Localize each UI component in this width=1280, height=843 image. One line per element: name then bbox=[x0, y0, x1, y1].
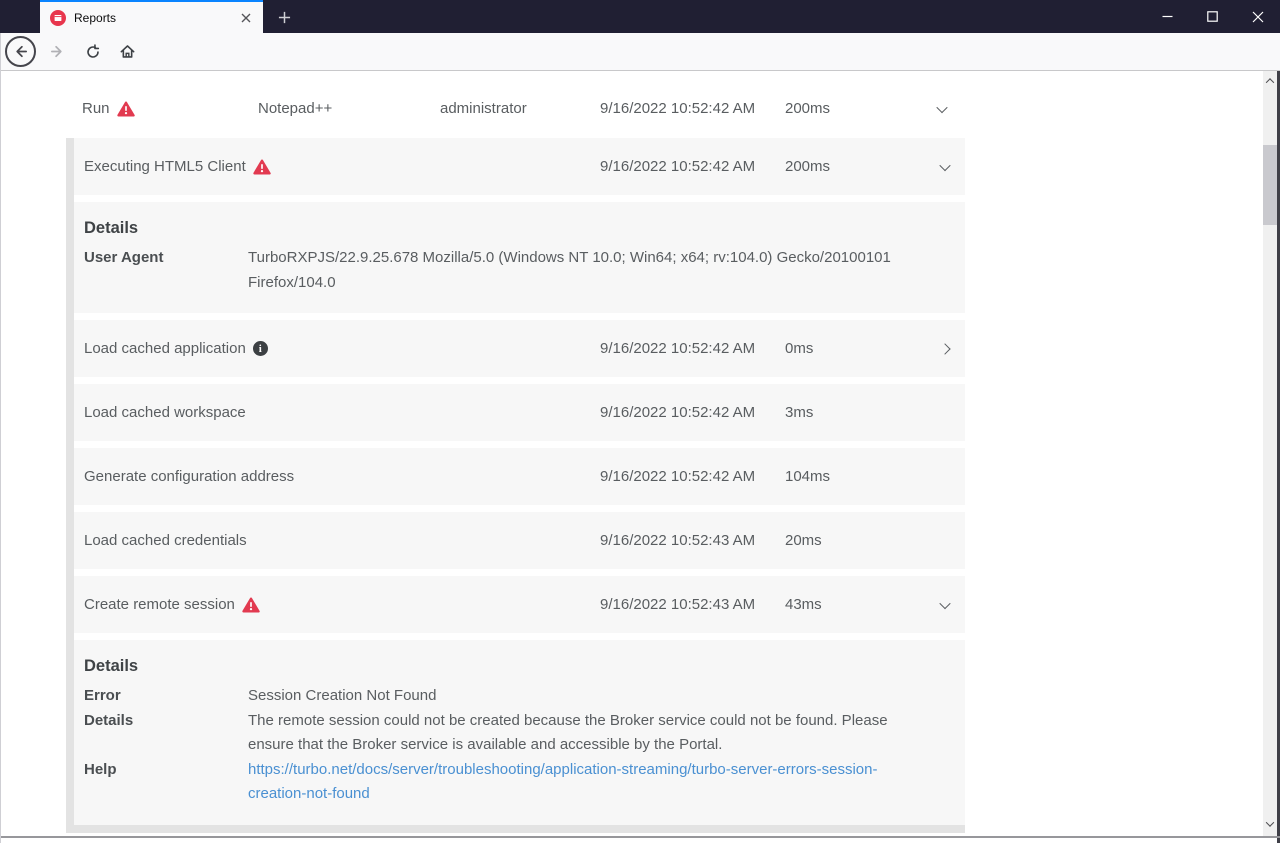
chevron-down-icon[interactable] bbox=[919, 101, 965, 113]
details-heading: Details bbox=[84, 657, 139, 675]
step-label: Load cached application bbox=[84, 340, 246, 357]
step-row-generate-configuration-address[interactable]: Generate configuration address 9/16/2022… bbox=[74, 448, 965, 505]
trace-expansion: Executing HTML5 Client 9/16/2022 10:52:4… bbox=[66, 138, 965, 833]
maximize-button[interactable] bbox=[1190, 0, 1235, 33]
step-duration: 0ms bbox=[785, 340, 814, 357]
close-button[interactable] bbox=[1235, 0, 1280, 33]
client-duration: 200ms bbox=[785, 158, 831, 175]
forward-button[interactable] bbox=[42, 37, 72, 67]
step-duration: 43ms bbox=[785, 596, 822, 613]
home-button[interactable] bbox=[112, 37, 142, 67]
window-left-edge bbox=[0, 33, 1, 843]
step-timestamp: 9/16/2022 10:52:42 AM bbox=[600, 468, 756, 485]
step-label: Generate configuration address bbox=[84, 468, 295, 485]
vertical-scrollbar[interactable] bbox=[1263, 71, 1277, 836]
scroll-up-icon[interactable] bbox=[1263, 73, 1277, 89]
help-link[interactable]: https://turbo.net/docs/server/troublesho… bbox=[248, 758, 926, 807]
step-row-load-cached-workspace[interactable]: Load cached workspace 9/16/2022 10:52:42… bbox=[74, 384, 965, 441]
window-controls bbox=[1145, 0, 1280, 33]
scroll-down-icon[interactable] bbox=[1263, 816, 1277, 832]
user-agent-value: TurboRXPJS/22.9.25.678 Mozilla/5.0 (Wind… bbox=[248, 249, 891, 291]
warning-icon bbox=[242, 597, 260, 613]
browser-window: Reports Run Notepad++ administrator 9/16… bbox=[0, 0, 1280, 843]
step-duration: 3ms bbox=[785, 404, 814, 421]
performance-trace-report: Run Notepad++ administrator 9/16/2022 10… bbox=[66, 71, 965, 833]
back-button[interactable] bbox=[5, 36, 36, 67]
error-details-label: Details bbox=[84, 711, 134, 729]
step-timestamp: 9/16/2022 10:52:43 AM bbox=[600, 596, 756, 613]
details-heading: Details bbox=[84, 219, 139, 237]
new-tab-button[interactable] bbox=[271, 4, 297, 30]
step-label: Create remote session bbox=[84, 596, 235, 613]
tab-reports[interactable]: Reports bbox=[40, 0, 263, 33]
step-row-create-remote-session[interactable]: Create remote session 9/16/2022 10:52:43… bbox=[74, 576, 965, 633]
chevron-down-icon[interactable] bbox=[925, 597, 965, 609]
user-agent-label: User Agent bbox=[84, 249, 164, 266]
turbo-favicon-icon bbox=[50, 9, 66, 26]
client-timestamp: 9/16/2022 10:52:42 AM bbox=[600, 158, 756, 175]
step-duration: 20ms bbox=[785, 532, 822, 549]
chevron-right-icon[interactable] bbox=[925, 342, 965, 355]
step-label: Load cached credentials bbox=[84, 532, 247, 549]
title-bar: Reports bbox=[0, 0, 1280, 33]
tab-close-icon[interactable] bbox=[237, 9, 255, 27]
step-row-load-cached-credentials[interactable]: Load cached credentials 9/16/2022 10:52:… bbox=[74, 512, 965, 569]
error-value: Session Creation Not Found bbox=[248, 687, 437, 704]
client-row[interactable]: Executing HTML5 Client 9/16/2022 10:52:4… bbox=[74, 138, 965, 195]
run-duration: 200ms bbox=[785, 100, 831, 117]
run-label: Run bbox=[82, 100, 110, 117]
help-label: Help bbox=[84, 760, 117, 778]
client-details-panel: Details User Agent TurboRXPJS/22.9.25.67… bbox=[74, 202, 965, 313]
info-icon[interactable]: i bbox=[252, 341, 268, 356]
step-duration: 104ms bbox=[785, 468, 831, 485]
run-application: Notepad++ bbox=[258, 100, 333, 117]
step-timestamp: 9/16/2022 10:52:42 AM bbox=[600, 340, 756, 357]
error-label: Error bbox=[84, 687, 121, 704]
step-timestamp: 9/16/2022 10:52:43 AM bbox=[600, 532, 756, 549]
warning-icon bbox=[253, 159, 271, 175]
warning-icon bbox=[116, 101, 135, 117]
client-label: Executing HTML5 Client bbox=[84, 158, 246, 175]
minimize-button[interactable] bbox=[1145, 0, 1190, 33]
step-row-load-cached-application[interactable]: Load cached application i 9/16/2022 10:5… bbox=[74, 320, 965, 377]
navigation-toolbar: https://test.turboqa.net/admin/reports/d… bbox=[0, 33, 1280, 101]
run-user: administrator bbox=[440, 100, 527, 117]
report-page: Run Notepad++ administrator 9/16/2022 10… bbox=[1, 71, 1263, 836]
step-label: Load cached workspace bbox=[84, 404, 246, 421]
tab-title: Reports bbox=[74, 10, 117, 25]
error-details-value: The remote session could not be created … bbox=[248, 711, 888, 754]
step-timestamp: 9/16/2022 10:52:42 AM bbox=[600, 404, 756, 421]
chevron-down-icon[interactable] bbox=[925, 159, 965, 171]
scrollbar-thumb[interactable] bbox=[1263, 145, 1277, 225]
reload-button[interactable] bbox=[78, 37, 108, 67]
run-row[interactable]: Run Notepad++ administrator 9/16/2022 10… bbox=[66, 80, 965, 137]
error-details-panel: Details Error Session Creation Not Found… bbox=[74, 640, 965, 825]
run-timestamp: 9/16/2022 10:52:42 AM bbox=[600, 100, 756, 117]
window-bottom-edge bbox=[0, 836, 1280, 838]
